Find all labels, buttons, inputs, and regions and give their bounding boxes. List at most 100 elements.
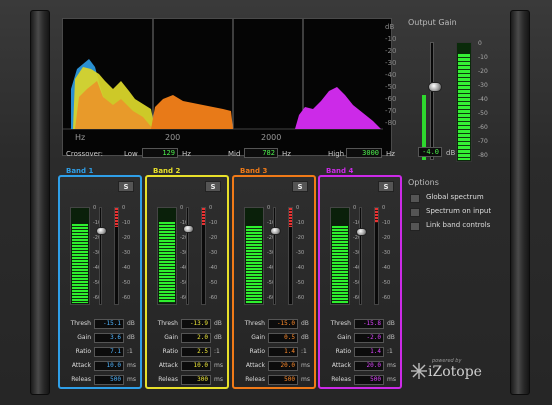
band-threshold-knob[interactable] xyxy=(356,227,367,236)
band-param-gain: Gain 2.0 dB xyxy=(151,333,227,344)
param-unit: dB xyxy=(127,334,135,341)
band-gain-reduction-fill xyxy=(289,208,292,228)
band-threshold-slider[interactable] xyxy=(186,207,189,305)
param-value-input[interactable]: 10.0 xyxy=(181,361,211,371)
band-gain-reduction-meter xyxy=(288,207,293,305)
output-scale-label: -70 xyxy=(478,138,488,145)
band-meter-scale-label: 0 xyxy=(353,205,357,211)
param-label: Ratio xyxy=(75,348,91,355)
band-threshold-slider[interactable] xyxy=(359,207,362,305)
band-2-panel[interactable]: Band 2 S 0 -10 -20 -30 -40 -50 -60 0 -10 -20 -30 -40-… xyxy=(145,167,229,389)
param-value-input[interactable]: -15.0 xyxy=(268,319,298,329)
param-value-input[interactable]: 500 xyxy=(354,375,384,385)
option-label: Spectrum on input xyxy=(426,207,492,215)
param-unit: dB xyxy=(214,334,222,341)
output-scale-label: -80 xyxy=(478,152,488,159)
band-threshold-knob[interactable] xyxy=(96,226,107,235)
param-value-input[interactable]: 7.1 xyxy=(94,347,124,357)
band-solo-button[interactable]: S xyxy=(118,181,134,192)
param-label: Attack xyxy=(331,362,351,369)
option-checkbox[interactable] xyxy=(410,194,420,203)
crossover-low-input[interactable]: 129 xyxy=(142,148,178,158)
param-value-input[interactable]: 20.0 xyxy=(268,361,298,371)
band-param-releas: Releas 300 ms xyxy=(151,375,227,386)
crossover-mid-input[interactable]: 782 xyxy=(244,148,278,158)
band-param-attack: Attack 10.0 ms xyxy=(151,361,227,372)
output-gain-value[interactable]: -4.0 xyxy=(418,147,442,157)
band-level-meter-fill xyxy=(159,222,175,303)
band-threshold-slider[interactable] xyxy=(273,207,276,305)
param-value-input[interactable]: 2.0 xyxy=(181,333,211,343)
param-unit: dB xyxy=(301,320,309,327)
param-unit: ms xyxy=(387,362,396,369)
band-gr-scale-label: 0 xyxy=(382,205,386,211)
rack-ear-right xyxy=(510,10,530,395)
param-value-input[interactable]: -13.9 xyxy=(181,319,211,329)
db-label: -20 xyxy=(385,47,397,55)
band-gain-reduction-fill xyxy=(115,208,118,228)
band-threshold-slider[interactable] xyxy=(99,207,102,305)
band-4-panel[interactable]: Band 4 S 0 -10 -20 -30 -40 -50 -60 0 -10 -20 -30 -40-… xyxy=(318,167,402,389)
param-label: Releas xyxy=(331,376,351,383)
param-unit: :1 xyxy=(214,348,220,355)
param-value-input[interactable]: 10.0 xyxy=(94,361,124,371)
band-solo-button[interactable]: S xyxy=(292,181,308,192)
band-param-ratio: Ratio 2.5 :1 xyxy=(151,347,227,358)
spectrum-display[interactable]: dB -10 -20 -30 -40 -50 -60 -70 -80 Hz 20… xyxy=(62,18,396,156)
option-checkbox[interactable] xyxy=(410,222,420,231)
db-label: -60 xyxy=(385,95,397,103)
band-3-panel[interactable]: Band 3 S 0 -10 -20 -30 -40 -50 -60 0 -10 -20 -30 -40-… xyxy=(232,167,316,389)
band-gr-scale-label: -60 xyxy=(296,295,305,301)
crossover-row: Crossover: Low 129 Hz Mid 782 Hz High 30… xyxy=(62,146,402,160)
band-title: Band 3 xyxy=(240,167,268,175)
param-label: Releas xyxy=(158,376,178,383)
param-value-input[interactable]: 500 xyxy=(94,375,124,385)
crossover-high-input[interactable]: 3000 xyxy=(346,148,382,158)
band-1-panel[interactable]: Band 1 S 0 -10 -20 -30 -40 -50 -60 0 -10 -20 -30 -40-… xyxy=(58,167,142,389)
logo-name: iZotope xyxy=(428,364,482,380)
band-threshold-knob[interactable] xyxy=(270,226,281,235)
param-unit: ms xyxy=(387,376,396,383)
param-label: Attack xyxy=(71,362,91,369)
band-param-releas: Releas 500 ms xyxy=(324,375,400,386)
db-label: -40 xyxy=(385,71,397,79)
spectrum-band-4 xyxy=(295,87,381,129)
param-unit: :1 xyxy=(387,348,393,355)
band-solo-button[interactable]: S xyxy=(205,181,221,192)
band-gr-scale-label: -30 xyxy=(296,250,305,256)
band-threshold-knob[interactable] xyxy=(183,224,194,233)
band-solo-button[interactable]: S xyxy=(378,181,394,192)
param-label: Releas xyxy=(71,376,91,383)
param-value-input[interactable]: 1.4 xyxy=(268,347,298,357)
output-gain-fader-track[interactable] xyxy=(430,42,434,160)
param-value-input[interactable]: -15.8 xyxy=(354,319,384,329)
izotope-star-icon xyxy=(411,363,427,379)
param-value-input[interactable]: 1.4 xyxy=(354,347,384,357)
param-value-input[interactable]: -15.1 xyxy=(94,319,124,329)
crossover-mid-unit: Hz xyxy=(282,150,291,158)
param-value-input[interactable]: 2.5 xyxy=(181,347,211,357)
band-level-meter xyxy=(244,207,264,305)
param-unit: dB xyxy=(387,334,395,341)
band-gr-scale-label: -20 xyxy=(382,235,391,241)
band-param-gain: Gain 3.6 dB xyxy=(64,333,140,344)
band-gr-scale-label: -50 xyxy=(209,280,218,286)
param-value-input[interactable]: -2.0 xyxy=(354,333,384,343)
option-checkbox[interactable] xyxy=(410,208,420,217)
crossover-low-label: Low xyxy=(124,150,138,158)
param-value-input[interactable]: 500 xyxy=(268,375,298,385)
band-gr-scale-label: -10 xyxy=(122,220,131,226)
band-meter-scale-label: 0 xyxy=(267,205,271,211)
band-gr-scale-label: -20 xyxy=(122,235,131,241)
band-meter-scale-label: 0 xyxy=(93,205,97,211)
param-unit: ms xyxy=(301,376,310,383)
param-value-input[interactable]: 300 xyxy=(181,375,211,385)
output-gain-section: Output Gain 0 -10 -20 -30 -40 -50 -60 -7… xyxy=(404,18,508,162)
band-title: Band 4 xyxy=(326,167,354,175)
param-value-input[interactable]: 3.6 xyxy=(94,333,124,343)
param-value-input[interactable]: 20.0 xyxy=(354,361,384,371)
param-label: Ratio xyxy=(335,348,351,355)
param-value-input[interactable]: 0.5 xyxy=(268,333,298,343)
param-label: Gain xyxy=(77,334,91,341)
output-gain-fader-knob[interactable] xyxy=(428,81,442,92)
